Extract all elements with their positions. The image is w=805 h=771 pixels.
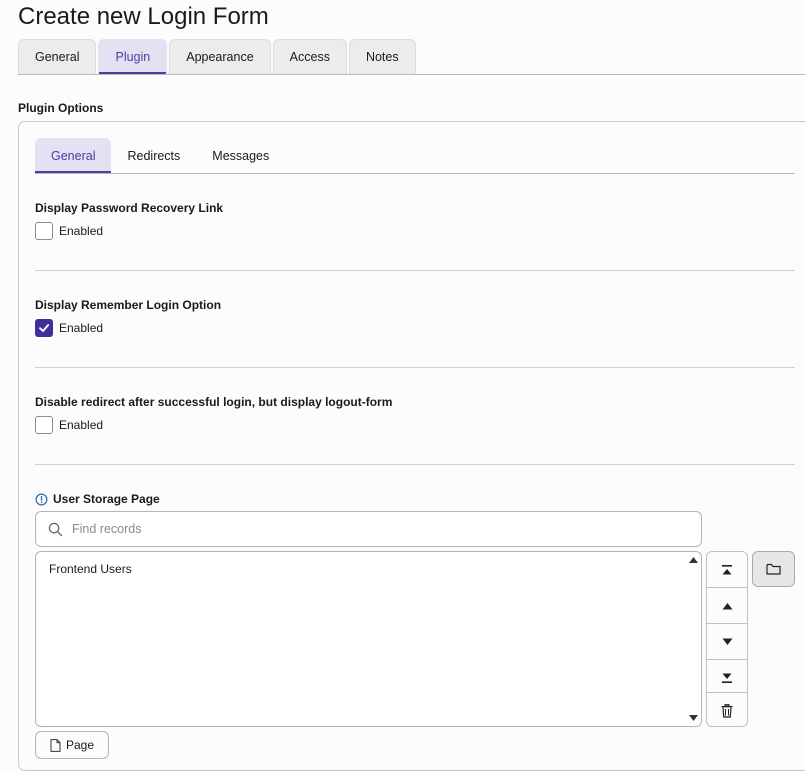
field-password-recovery: Display Password Recovery Link Enabled [35, 200, 795, 240]
page-icon [50, 738, 61, 752]
subtab-redirects[interactable]: Redirects [111, 138, 196, 173]
tab-notes[interactable]: Notes [348, 39, 416, 74]
page-title: Create new Login Form [18, 3, 269, 30]
move-to-top-button[interactable] [707, 552, 747, 587]
list-item[interactable]: Frontend Users [49, 562, 132, 576]
tab-appearance[interactable]: Appearance [169, 39, 271, 74]
remember-login-checkbox[interactable] [35, 319, 53, 337]
divider [35, 367, 795, 368]
plugin-options-panel: General Redirects Messages Display Passw… [18, 121, 805, 771]
move-up-button[interactable] [707, 588, 747, 623]
tab-plugin[interactable]: Plugin [98, 39, 168, 74]
disable-redirect-checkbox[interactable] [35, 416, 53, 434]
checkbox-row: Enabled [35, 319, 795, 337]
checkbox-label: Enabled [59, 224, 104, 238]
form-tabs: General Plugin Appearance Access Notes [18, 39, 805, 75]
checkbox-row: Enabled [35, 416, 795, 434]
checkbox-row: Enabled [35, 222, 795, 240]
password-recovery-checkbox[interactable] [35, 222, 53, 240]
tab-general[interactable]: General [18, 39, 97, 74]
scroll-down-arrow-icon[interactable] [688, 713, 698, 723]
divider [35, 464, 795, 465]
browse-records-button[interactable] [752, 551, 795, 587]
field-user-storage-page: User Storage Page [35, 491, 795, 507]
tab-access[interactable]: Access [272, 39, 347, 74]
field-label: Display Password Recovery Link [35, 201, 224, 215]
search-icon [48, 522, 63, 536]
trash-icon [721, 703, 733, 718]
scroll-up-arrow-icon[interactable] [688, 555, 698, 565]
add-page-button[interactable]: Page [35, 731, 109, 759]
move-to-top-icon [722, 564, 732, 574]
move-up-icon [722, 602, 732, 609]
add-page-label: Page [66, 738, 95, 752]
info-icon [35, 493, 48, 505]
move-down-icon [722, 638, 732, 645]
plugin-options-tabs: General Redirects Messages [35, 138, 795, 174]
subtab-general[interactable]: General [35, 138, 112, 173]
move-to-bottom-button[interactable] [707, 660, 747, 695]
section-title: Plugin Options [18, 101, 104, 115]
field-label: Display Remember Login Option [35, 298, 222, 312]
move-down-button[interactable] [707, 624, 747, 659]
check-icon [39, 324, 50, 332]
field-label-row: User Storage Page [35, 491, 795, 507]
divider [35, 270, 795, 271]
checkbox-label: Enabled [59, 321, 104, 335]
records-list[interactable]: Frontend Users [35, 551, 702, 727]
find-records-field [35, 511, 702, 547]
delete-record-button[interactable] [707, 693, 747, 728]
checkbox-label: Enabled [59, 418, 104, 432]
field-label: User Storage Page [53, 492, 160, 506]
field-disable-redirect: Disable redirect after successful login,… [35, 394, 795, 434]
field-label: Disable redirect after successful login,… [35, 395, 393, 409]
subtab-messages[interactable]: Messages [196, 138, 285, 173]
find-records-input[interactable] [70, 521, 650, 537]
folder-icon [766, 563, 781, 575]
record-order-controls [706, 551, 748, 727]
field-remember-login: Display Remember Login Option Enabled [35, 297, 795, 337]
move-to-bottom-icon [722, 673, 732, 683]
